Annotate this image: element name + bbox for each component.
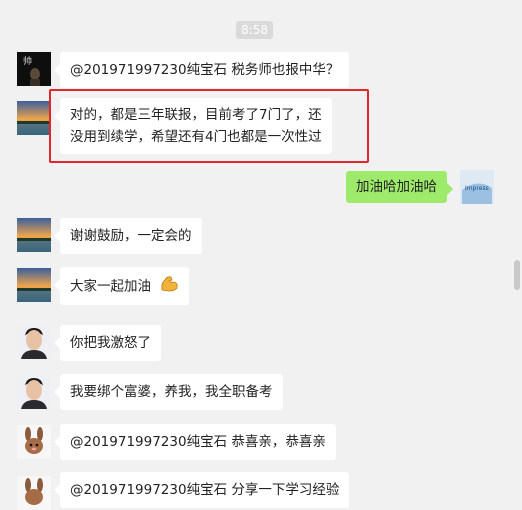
avatar-dark-portrait[interactable]: 帅 [17, 52, 51, 86]
scrollbar-thumb[interactable] [514, 260, 520, 290]
message-text: @201971997230纯宝石 恭喜亲，恭喜亲 [70, 434, 326, 450]
message-bubble[interactable]: 谢谢鼓励，一定会的 [54, 218, 202, 254]
message-text: 我要绑个富婆，养我，我全职备考 [70, 384, 273, 400]
message-text-line: 对的，都是三年联报，目前考了7门了，还 [70, 107, 322, 123]
message-bubble[interactable]: 你把我激怒了 [54, 325, 161, 361]
avatar-young-man[interactable] [17, 325, 51, 359]
svg-text:帅: 帅 [23, 55, 32, 67]
message-text: 大家一起加油 [70, 278, 151, 295]
chat-timestamp: 8:58 [236, 21, 273, 39]
message-text: 谢谢鼓励，一定会的 [70, 228, 192, 244]
flexed-biceps-emoji [159, 274, 179, 299]
message-bubble[interactable]: 大家一起加油 [53, 267, 190, 305]
avatar-blue-logo[interactable]: Impress [460, 170, 494, 204]
message-text: @201971997230纯宝石 税务师也报中华？ [70, 62, 340, 78]
avatar-sunset-lake[interactable] [17, 218, 51, 252]
avatar-sunset-lake[interactable] [17, 268, 51, 302]
avatar-cartoon-rabbit[interactable] [17, 425, 51, 459]
avatar-cartoon-rabbit[interactable] [17, 476, 51, 510]
svg-text:Impress: Impress [465, 185, 489, 192]
message-text: 加油哈加油哈 [356, 179, 437, 195]
message-text: 你把我激怒了 [70, 335, 151, 351]
message-bubble[interactable]: @201971997230纯宝石 税务师也报中华？ [53, 52, 350, 88]
message-bubble-self[interactable]: 加油哈加油哈 [346, 171, 453, 203]
message-text: @201971997230纯宝石 分享一下学习经验 [70, 482, 340, 498]
avatar-sunset-lake[interactable] [17, 101, 51, 135]
message-text-line: 没用到续学，希望还有4门也都是一次性过 [70, 129, 322, 145]
message-bubble[interactable]: 对的，都是三年联报，目前考了7门了，还 没用到续学，希望还有4门也都是一次性过 [54, 98, 332, 154]
message-bubble[interactable]: 我要绑个富婆，养我，我全职备考 [54, 374, 283, 410]
avatar-young-man[interactable] [17, 375, 51, 409]
message-bubble[interactable]: @201971997230纯宝石 恭喜亲，恭喜亲 [54, 424, 336, 460]
message-bubble[interactable]: @201971997230纯宝石 分享一下学习经验 [53, 472, 350, 508]
